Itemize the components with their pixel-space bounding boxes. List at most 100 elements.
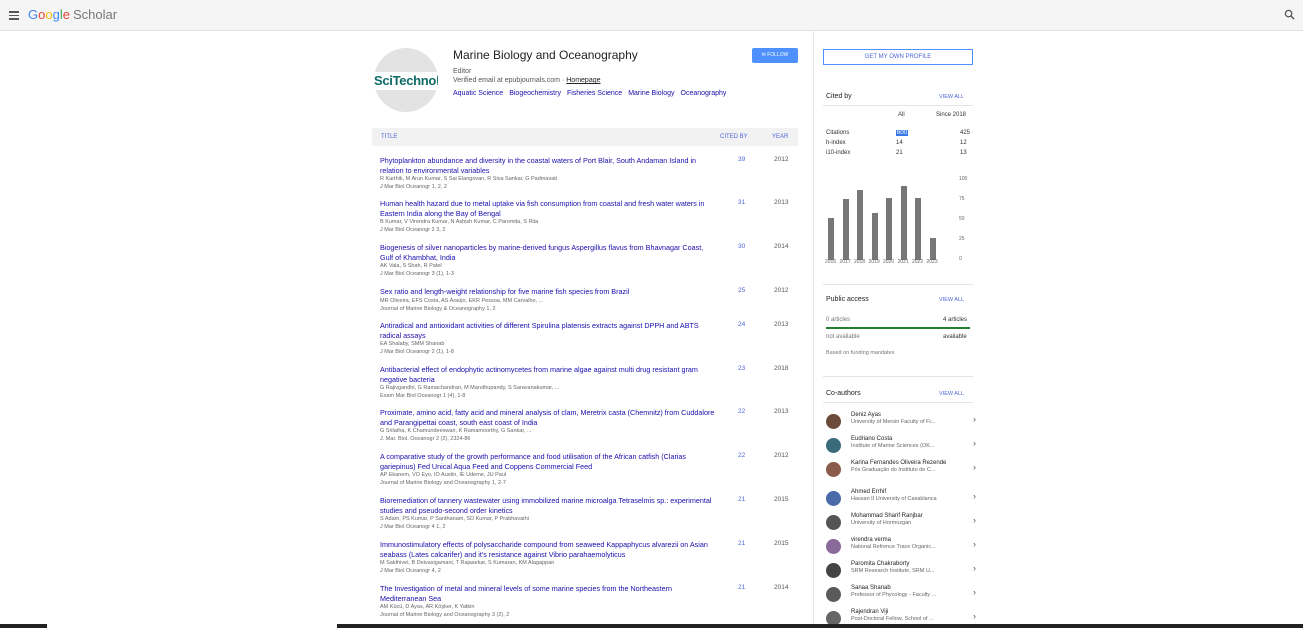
article-title[interactable]: Proximate, amino acid, fatty acid and mi… (380, 408, 716, 443)
chart-bar[interactable] (886, 198, 892, 260)
tag[interactable]: Fisheries Science (567, 90, 622, 97)
cited-by-count[interactable]: 30 (738, 243, 745, 250)
coauthor-name: Eudriano Costa (851, 436, 893, 442)
google-scholar-logo[interactable]: Google Scholar (28, 7, 117, 22)
top-bar: Google Scholar (0, 0, 1303, 31)
chart-bar[interactable] (842, 199, 849, 260)
article-title[interactable]: Immunostimulatory effects of polysacchar… (380, 540, 716, 575)
avatar (826, 563, 841, 578)
article-title[interactable]: Sex ratio and length-weight relationship… (380, 287, 716, 313)
profile-avatar: SciTechnol (374, 48, 438, 112)
coauthor-affiliation: Institute of Marine Sciences (OK... (851, 443, 935, 449)
col-since: Since 2018 (936, 112, 967, 118)
stat-all: 21 (896, 150, 903, 156)
cited-by-title: Cited by (826, 93, 852, 100)
coauthor-name: virendra verma (851, 537, 892, 543)
year-header[interactable]: YEAR (772, 128, 788, 146)
coauthor-affiliation: University of Hormozgan (851, 520, 912, 526)
cited-by-count[interactable]: 31 (738, 199, 745, 206)
stat-all: 600 (896, 130, 909, 136)
menu-icon[interactable] (9, 11, 19, 20)
chevron-right-icon: › (973, 438, 976, 448)
coauthor-name: Rajendran Viji (851, 609, 889, 615)
cited-by-view-all[interactable]: VIEW ALL (939, 94, 964, 100)
search-icon[interactable] (1284, 9, 1295, 20)
tag[interactable]: Biogeochemistry (509, 90, 561, 97)
tag[interactable]: Marine Biology (628, 90, 674, 97)
cited-by-header[interactable]: CITED BY (720, 128, 748, 146)
not-available-count: 0 articles (826, 317, 851, 323)
cited-by-count[interactable]: 22 (738, 408, 745, 415)
coauthor-affiliation: Professor of Phycology - Faculty ... (851, 592, 937, 598)
article-title[interactable]: Antibacterial effect of endophytic actin… (380, 365, 716, 400)
coauthor-name: Deniz Ayas (851, 412, 881, 418)
article-authors: AK Vala, S Shah, R Patel (380, 263, 442, 269)
article-journal: J. Mar. Biol. Oceanogr 2 (2), 2324-86 (380, 436, 471, 442)
cited-by-count[interactable]: 24 (738, 321, 745, 328)
chart-bar[interactable] (857, 189, 863, 260)
coauthors-title: Co-authors (826, 390, 861, 397)
x-tick-label: 2021 (897, 259, 909, 265)
horizontal-scrollbar[interactable] (0, 624, 1303, 628)
cited-by-count[interactable]: 25 (738, 287, 745, 294)
tag[interactable]: Aquatic Science (453, 90, 503, 97)
coauthor-item[interactable]: Karina Fernandes Oliveira Rezende Pós Gra… (826, 459, 976, 481)
article-journal: J Mar Biol Oceanogr 2 (1), 1-8 (380, 349, 454, 355)
title-header[interactable]: TITLE (381, 128, 397, 146)
chart-bar[interactable] (900, 186, 907, 260)
article-title[interactable]: Human health hazard due to metal uptake … (380, 199, 716, 234)
article-authors: G Srilatha, K Chamundeeswari, K Ramamoor… (380, 428, 532, 434)
article-authors: MR Oliveira, EFS Costa, AS Araújo, EKR P… (380, 297, 544, 304)
coauthor-item[interactable]: Sanaa Shanab Professor of Phycology - Fac… (826, 584, 976, 606)
cited-by-count[interactable]: 23 (738, 365, 745, 372)
article-authors: S Adam, PS Kumar, P Santhanam, SD Kumar,… (380, 516, 529, 522)
profile-name: Marine Biology and Oceanography (453, 48, 638, 62)
divider (823, 105, 973, 106)
chart-bar[interactable] (929, 238, 936, 260)
scrollbar-thumb[interactable] (47, 624, 337, 628)
profile-tags: Aquatic Science Biogeochemistry Fisheries … (453, 90, 732, 97)
cited-by-count[interactable]: 39 (738, 156, 745, 163)
article-authors: R Karthik, M Arun Kumar, S Sai Elangovan… (380, 176, 557, 182)
coauthor-name: Sanaa Shanab (851, 585, 891, 591)
article-title[interactable]: A comparative study of the growth perfor… (380, 452, 716, 487)
avatar (826, 491, 841, 506)
coauthor-item[interactable]: Deniz Ayas University of Mersin Faculty o… (826, 411, 976, 433)
coauthor-affiliation: University of Mersin Faculty of Fi... (851, 419, 936, 425)
homepage-link[interactable]: Homepage (566, 77, 600, 84)
article-title[interactable]: Biogenesis of silver nanoparticles by ma… (380, 243, 716, 278)
cited-by-count[interactable]: 21 (738, 540, 745, 547)
chart-bar[interactable] (828, 218, 834, 260)
article-title[interactable]: Phytoplankton abundance and diversity in… (380, 156, 716, 191)
cited-by-count[interactable]: 21 (738, 584, 745, 591)
public-access-view-all[interactable]: VIEW ALL (939, 297, 964, 303)
col-all: All (898, 112, 905, 118)
cited-by-count[interactable]: 22 (738, 452, 745, 459)
stat-label: Citations (826, 130, 850, 136)
tag[interactable]: Oceanography (681, 90, 727, 97)
coauthor-item[interactable]: Ahmed Errhif Hassan II University of Casa… (826, 488, 976, 510)
get-profile-button[interactable]: GET MY OWN PROFILE (823, 49, 973, 65)
article-title[interactable]: Bioremediation of tannery wastewater usi… (380, 496, 716, 531)
coauthor-item[interactable]: Paromita Chakraborty SRM Research Institu… (826, 560, 976, 582)
chevron-right-icon: › (973, 491, 976, 501)
coauthors-view-all[interactable]: VIEW ALL (939, 391, 964, 397)
coauthor-item[interactable]: Mohammad Sharif Ranjbar University of Hor… (826, 512, 976, 534)
publication-year: 2012 (774, 452, 789, 459)
coauthor-item[interactable]: virendra verma National Refrence Trace Or… (826, 536, 976, 558)
coauthor-item[interactable]: Eudriano Costa Institute of Marine Scienc… (826, 435, 976, 457)
cited-by-count[interactable]: 21 (738, 496, 745, 503)
chart-bar[interactable] (871, 212, 878, 260)
x-tick-label: 2016 (825, 259, 837, 265)
follow-button[interactable]: ✉ FOLLOW (752, 48, 798, 63)
article-title[interactable]: Antiradical and antioxidant activities o… (380, 321, 716, 356)
article-journal: J Mar Biol Oceanogr 4 1, 2 (380, 524, 446, 530)
article-title[interactable]: The Investigation of metal and mineral l… (380, 584, 716, 619)
publication-year: 2015 (774, 540, 789, 547)
table-header: TITLE CITED BY YEAR (372, 128, 798, 146)
coauthor-affiliation: Hassan II University of Casablanca (851, 496, 937, 502)
avatar (826, 539, 841, 554)
chart-bar[interactable] (915, 197, 921, 260)
public-access-title: Public access (826, 296, 869, 303)
publication-year: 2012 (774, 156, 789, 163)
